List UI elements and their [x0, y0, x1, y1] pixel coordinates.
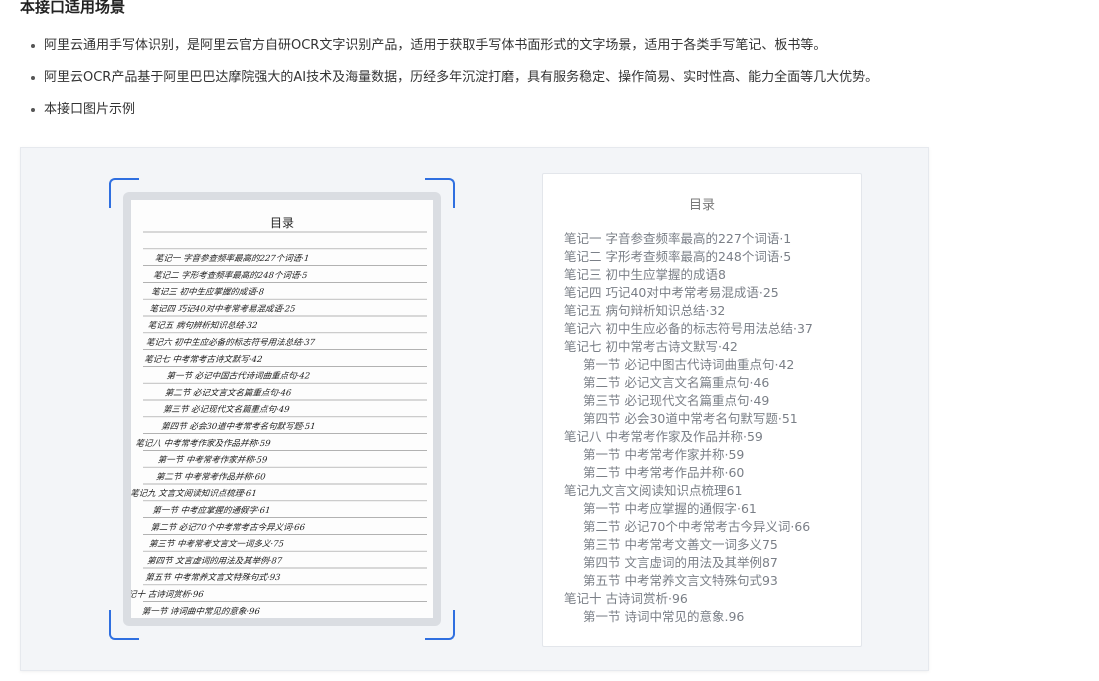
handwritten-line: 第二节 必记70个中考常考古今异义词·66	[150, 522, 306, 533]
handwritten-line: 第三节 必记现代文名篇重点句·49	[162, 404, 290, 415]
scan-frame: 目录笔记一 字音参查频率最高的227个词语·1 笔记二 字形考查频率最高的248个…	[109, 178, 455, 640]
result-line: 笔记三 初中生应掌握的成语8	[564, 267, 726, 282]
result-list: 笔记一 字音参查频率最高的227个词语·1 笔记二 字形考查频率最高的248个词语…	[564, 230, 859, 626]
list-item: 阿里云OCR产品基于阿里巴巴达摩院强大的AI技术及海量数据，历经多年沉淀打磨，具…	[30, 68, 1090, 100]
result-title: 目录	[688, 198, 715, 213]
handwritten-title: 目录	[270, 216, 294, 230]
handwritten-line: 笔记十 古诗词赏析·96	[131, 589, 205, 600]
sample-image-holder: 目录笔记一 字音参查频率最高的227个词语·1 笔记二 字形考查频率最高的248个…	[123, 192, 441, 626]
list-item: 阿里云通用手写体识别，是阿里云官方自研OCR文字识别产品，适用于获取手写体书面形…	[30, 36, 1090, 68]
handwritten-line: 第三节 中考常考文言文一词多义·75	[148, 539, 284, 550]
result-line: 第三节 中考常考文善文一词多义75	[583, 537, 778, 552]
handwritten-line: 第一节 必记中国古代诗词曲重点句·42	[166, 371, 311, 382]
handwritten-line: 第一节 中考应掌握的通假字·61	[152, 505, 271, 516]
result-line: 第一节 必记中图古代诗词曲重点句·42	[583, 357, 795, 372]
recognition-result-card: 目录 笔记一 字音参查频率最高的227个词语·1 笔记二 字形考查频率最高的248…	[542, 173, 862, 647]
list-item: 本接口图片示例	[30, 100, 1090, 132]
handwritten-line: 笔记五 病句辨析知识总结·32	[147, 320, 258, 331]
handwritten-line: 笔记三 初中生应掌握的成语·8	[151, 287, 265, 298]
result-line: 第一节 中考常考作家并称·59	[583, 447, 745, 462]
handwritten-line: 第二节 中考常考作品并称·60	[155, 471, 266, 482]
result-line: 笔记一 字音参查频率最高的227个词语·1	[564, 231, 792, 246]
result-line: 笔记九文言文阅读知识点梳理61	[564, 483, 743, 498]
handwritten-line: 笔记七 中考常考古诗文默写·42	[144, 354, 263, 365]
handwritten-line: 第二节 必记文言文名篇重点句·46	[164, 387, 292, 398]
handwritten-line: 第一节 中考常考作家并称·59	[157, 455, 268, 466]
handwritten-line: 笔记四 巧记40对中考常考易混成语·25	[149, 303, 296, 314]
handwritten-sample-image: 目录笔记一 字音参查频率最高的227个词语·1 笔记二 字形考查频率最高的248个…	[131, 200, 433, 618]
result-line: 笔记十 古诗词赏析·96	[564, 591, 688, 606]
handwriting-drawing: 目录笔记一 字音参查频率最高的227个词语·1 笔记二 字形考查频率最高的248个…	[131, 216, 427, 617]
result-line: 笔记七 初中常考古诗文默写·42	[564, 339, 738, 354]
result-line: 第二节 必记文言文名篇重点句·46	[583, 375, 770, 390]
result-line: 笔记二 字形考查频率最高的248个词语·5	[564, 249, 792, 264]
handwritten-line: 笔记一 字音参查频率最高的227个词语·1	[154, 253, 310, 264]
result-line: 第二节 中考常考作品并称·60	[583, 465, 745, 480]
result-line: 笔记五 病句辩析知识总结·32	[564, 303, 726, 318]
result-line: 第二节 必记70个中考常考古今异义词·66	[583, 519, 811, 534]
result-line: 第四节 必会30道中常考名句默写题·51	[583, 411, 798, 426]
result-line: 笔记八 中考常考作家及作品并称·59	[564, 429, 763, 444]
result-line: 第五节 中考常养文言文特殊句式93	[583, 573, 778, 588]
scenario-list: 阿里云通用手写体识别，是阿里云官方自研OCR文字识别产品，适用于获取手写体书面形…	[30, 36, 1090, 132]
handwritten-line: 笔记九 文言文阅读知识点梳理·61	[131, 488, 257, 499]
handwritten-line: 第四节 文言虚词的用法及其举例·87	[146, 555, 283, 566]
example-panel: 目录笔记一 字音参查频率最高的227个词语·1 笔记二 字形考查频率最高的248个…	[20, 147, 929, 671]
result-line: 第一节 诗词中常见的意象.96	[583, 609, 745, 624]
handwritten-line: 第四节 必会30道中考常考名句默写题·51	[161, 421, 317, 432]
result-line: 第四节 文言虚词的用法及其举例87	[583, 555, 778, 570]
section-title: 本接口适用场景	[20, 0, 126, 16]
handwritten-line: 笔记八 中考常考作家及作品并称·59	[135, 438, 272, 449]
handwritten-line: 笔记六 初中生应必备的标志符号用法总结·37	[145, 337, 316, 348]
result-line: 笔记四 巧记40对中考常考易混成语·25	[564, 285, 779, 300]
result-line: 笔记六 初中生应必备的标志符号用法总结·37	[564, 321, 813, 336]
result-line: 第三节 必记现代文名篇重点句·49	[583, 393, 770, 408]
handwritten-line: 第一节 诗词曲中常见的意象·96	[141, 606, 261, 617]
result-line: 第一节 中考应掌握的通假字·61	[583, 501, 757, 516]
handwritten-line: 笔记二 字形考查频率最高的248个词语·5	[153, 270, 309, 281]
handwritten-line: 第五节 中考常养文言文特殊句式·93	[145, 572, 281, 583]
